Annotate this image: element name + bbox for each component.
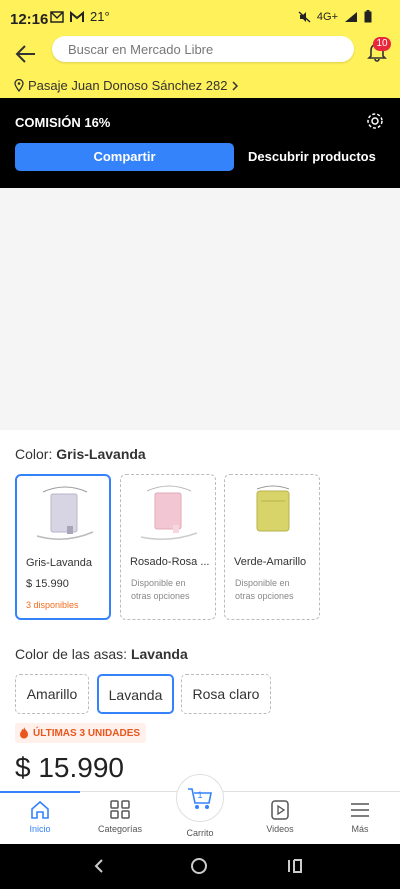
home-nav-icon[interactable] <box>190 857 208 875</box>
play-icon <box>271 800 289 820</box>
header: Buscar en Mercado Libre 10 Pasaje Juan D… <box>0 36 400 98</box>
color-label-prefix: Color: <box>15 446 57 462</box>
bottom-nav: Inicio Categorías 1 Carrito Videos Más <box>0 774 400 844</box>
color-selected: Gris-Lavanda <box>56 446 146 462</box>
bag-thumbnail <box>256 485 290 532</box>
variant-name: Gris-Lavanda <box>26 557 93 569</box>
discover-products-button[interactable]: Descubrir productos <box>248 149 376 164</box>
back-nav-icon[interactable] <box>92 858 106 874</box>
affiliate-bar: COMISIÓN 16% Compartir Descubrir product… <box>0 98 400 188</box>
variant-card-verde-amarillo[interactable]: Verde-Amarillo Disponible en otras opcio… <box>224 474 320 620</box>
mail-icon <box>50 10 64 23</box>
urgency-badge: ÚLTIMAS 3 UNIDADES <box>15 723 147 743</box>
cart-icon: 1 <box>188 788 212 809</box>
color-label: Color: Gris-Lavanda <box>15 446 146 462</box>
nav-label: Inicio <box>29 824 51 834</box>
variant-card-rosado-rosa[interactable]: Rosado-Rosa ... Disponible en otras opci… <box>120 474 216 620</box>
cart-count: 1 <box>197 790 202 800</box>
commission-title: COMISIÓN 16% <box>15 115 111 130</box>
nav-item-carrito[interactable]: 1 <box>176 774 224 822</box>
notification-badge: 10 <box>373 37 391 51</box>
search-input[interactable]: Buscar en Mercado Libre <box>52 36 354 62</box>
handle-option-rosa-claro[interactable]: Rosa claro <box>181 674 271 714</box>
screen: 12:16 21° 4G+ Buscar en Mercado Libre 10… <box>0 0 400 889</box>
battery-icon <box>364 10 372 23</box>
nav-active-indicator <box>0 791 80 793</box>
handle-option-amarillo[interactable]: Amarillo <box>15 674 89 714</box>
urgency-text: ÚLTIMAS 3 UNIDADES <box>33 727 141 739</box>
search-placeholder: Buscar en Mercado Libre <box>68 42 214 57</box>
handle-color-label: Color de las asas: Lavanda <box>15 646 188 662</box>
nav-item-videos[interactable]: Videos <box>240 800 320 834</box>
variant-name: Rosado-Rosa ... <box>130 556 210 568</box>
handle-label-prefix: Color de las asas: <box>15 646 131 662</box>
handle-option-lavanda[interactable]: Lavanda <box>97 674 174 714</box>
status-right-icons: 4G+ <box>298 10 372 23</box>
status-left-icons: 21° <box>50 9 110 24</box>
address-bar[interactable]: Pasaje Juan Donoso Sánchez 282 <box>14 78 239 93</box>
location-pin-icon <box>14 79 24 92</box>
variant-availability-note: Disponible en otras opciones <box>235 578 294 601</box>
address-text: Pasaje Juan Donoso Sánchez 282 <box>28 78 228 93</box>
variant-name: Verde-Amarillo <box>234 556 307 568</box>
handle-selected: Lavanda <box>130 646 188 662</box>
signal-icon <box>345 11 357 22</box>
product-image-area[interactable] <box>0 188 400 430</box>
nav-item-mas[interactable]: Más <box>320 800 400 834</box>
bag-thumbnail <box>36 486 94 540</box>
variant-availability-note: Disponible en otras opciones <box>131 578 190 601</box>
gmail-icon <box>70 10 84 22</box>
bag-thumbnail <box>140 485 198 540</box>
flame-icon <box>20 727 28 739</box>
share-button[interactable]: Compartir <box>15 143 234 171</box>
nav-item-inicio[interactable]: Inicio <box>0 800 80 834</box>
nav-label: Categorías <box>97 824 143 834</box>
variant-stock: 3 disponibles <box>26 600 79 610</box>
recents-nav-icon[interactable] <box>286 858 304 874</box>
menu-icon <box>351 803 369 817</box>
nav-label: Videos <box>266 824 294 834</box>
nav-label: Más <box>351 824 369 834</box>
status-time: 12:16 <box>10 11 49 28</box>
home-icon <box>31 800 49 819</box>
system-nav-bar <box>0 844 400 889</box>
grid-icon <box>110 800 130 819</box>
variant-card-gris-lavanda[interactable]: Gris-Lavanda $ 15.990 3 disponibles <box>15 474 111 620</box>
nav-item-categorias[interactable]: Categorías <box>80 800 160 834</box>
chevron-right-icon <box>232 80 239 91</box>
nav-label: Carrito <box>186 828 214 838</box>
gear-icon[interactable] <box>366 112 384 130</box>
product-price: $ 15.990 <box>15 752 124 783</box>
weather-temp: 21° <box>90 9 110 24</box>
network-type: 4G+ <box>316 10 338 23</box>
variant-price: $ 15.990 <box>26 578 69 590</box>
mute-icon <box>298 10 311 23</box>
back-arrow-icon[interactable] <box>12 40 40 68</box>
status-bar: 12:16 21° 4G+ <box>0 0 400 36</box>
